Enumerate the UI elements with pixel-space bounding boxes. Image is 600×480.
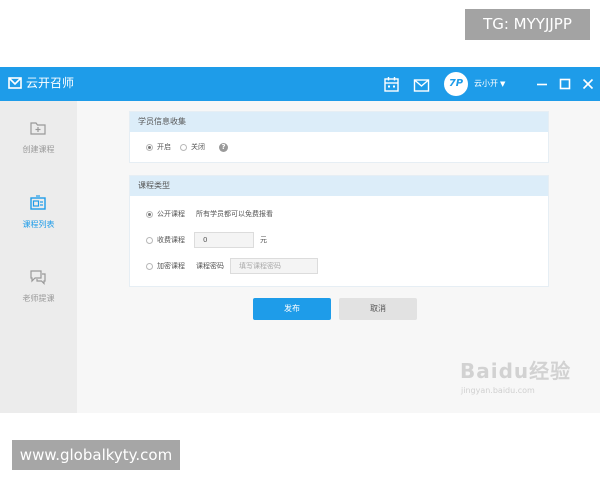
sidebar: 创建课程 课程列表 老师提课 xyxy=(0,101,77,413)
public-course-label: 公开课程 xyxy=(157,210,185,218)
course-type-title: 课程类型 xyxy=(130,176,548,196)
price-unit: 元 xyxy=(260,236,267,244)
paid-course-radio[interactable] xyxy=(146,237,153,244)
bottom-watermark: www.globalkyty.com xyxy=(12,440,180,470)
calendar-icon[interactable] xyxy=(383,76,400,93)
chevron-down-icon[interactable]: ▼ xyxy=(500,78,505,90)
sidebar-item-label: 老师提课 xyxy=(22,294,55,303)
encrypted-course-radio[interactable] xyxy=(146,263,153,270)
mail-icon[interactable] xyxy=(413,77,430,94)
sidebar-item-create-course[interactable]: 创建课程 xyxy=(0,103,77,173)
price-input[interactable]: 0 xyxy=(194,232,254,248)
baidu-watermark-text: Baidu经验 xyxy=(460,359,572,383)
username[interactable]: 云小开 xyxy=(474,78,498,90)
minimize-icon[interactable] xyxy=(534,76,550,92)
sidebar-item-label: 课程列表 xyxy=(22,220,55,229)
sidebar-item-label: 创建课程 xyxy=(22,145,55,154)
course-list-icon xyxy=(30,195,46,210)
course-type-card: 课程类型 公开课程 所有学员都可以免费报看 收费课程 0 元 加密课程 课程密码… xyxy=(129,175,549,287)
title-bar: 云开召师 7P 云小开 ▼ xyxy=(0,67,600,101)
baidu-watermark-url: jingyan.baidu.com xyxy=(461,386,535,395)
enable-label: 开启 xyxy=(157,143,171,151)
avatar[interactable]: 7P xyxy=(444,72,468,96)
close-icon[interactable] xyxy=(580,76,596,92)
sidebar-item-teacher-course[interactable]: 老师提课 xyxy=(0,252,77,322)
password-label: 课程密码 xyxy=(196,262,224,270)
app-logo-icon xyxy=(8,77,22,89)
password-input[interactable]: 填写课程密码 xyxy=(230,258,318,274)
disable-label: 关闭 xyxy=(191,143,205,151)
public-course-radio[interactable] xyxy=(146,211,153,218)
student-info-card: 学员信息收集 开启 关闭 ? xyxy=(129,111,549,163)
public-course-note: 所有学员都可以免费报看 xyxy=(196,210,273,218)
enable-radio[interactable] xyxy=(146,144,153,151)
encrypted-course-label: 加密课程 xyxy=(157,262,185,270)
publish-button[interactable]: 发布 xyxy=(253,298,331,320)
paid-course-label: 收费课程 xyxy=(157,236,185,244)
app-name: 云开召师 xyxy=(26,76,75,90)
create-course-icon xyxy=(30,122,46,135)
help-icon[interactable]: ? xyxy=(219,143,228,152)
maximize-icon[interactable] xyxy=(557,76,573,92)
sidebar-item-course-list[interactable]: 课程列表 xyxy=(0,178,77,248)
chat-icon xyxy=(30,270,46,285)
top-watermark: TG: MYYJJPP xyxy=(465,9,590,40)
disable-radio[interactable] xyxy=(180,144,187,151)
cancel-button[interactable]: 取消 xyxy=(339,298,417,320)
student-info-title: 学员信息收集 xyxy=(130,112,548,132)
